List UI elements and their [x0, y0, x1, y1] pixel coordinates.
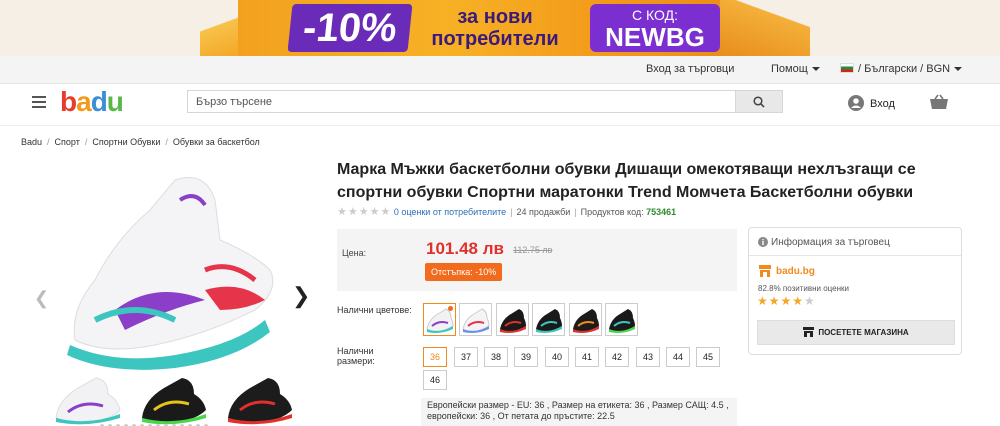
- sales-count: 24 продажби: [516, 207, 571, 217]
- size-option[interactable]: 46: [423, 370, 447, 390]
- breadcrumb-separator: /: [165, 137, 168, 147]
- bulgaria-flag-icon: [840, 63, 854, 73]
- size-details: Европейски размер - EU: 36 , Размер на е…: [421, 398, 737, 426]
- sizes-label: Налични размери:: [337, 346, 375, 366]
- size-option[interactable]: 44: [666, 347, 690, 367]
- seller-heading: Информация за търговец: [758, 237, 890, 248]
- header: badu Вход: [0, 84, 1000, 126]
- cart-button[interactable]: [929, 94, 949, 113]
- info-icon: [758, 237, 768, 247]
- seller-rating-text: 82.8% позитивни оценки: [758, 284, 850, 293]
- visit-store-button[interactable]: ПОСЕТЕТЕ МАГАЗИНА: [757, 320, 955, 345]
- search-button[interactable]: [735, 90, 783, 113]
- seller-login-link[interactable]: Вход за търговци: [646, 63, 734, 75]
- logo[interactable]: badu: [60, 86, 124, 118]
- size-option[interactable]: 37: [454, 347, 478, 367]
- color-swatch[interactable]: [423, 303, 456, 336]
- chevron-down-icon: [954, 67, 963, 72]
- breadcrumb-item[interactable]: Спортни Обувки: [92, 137, 160, 147]
- locale-menu[interactable]: / Български / BGN: [840, 63, 963, 75]
- price-label: Цена:: [342, 248, 367, 258]
- colors-label: Налични цветове:: [337, 305, 412, 315]
- size-option[interactable]: 45: [696, 347, 720, 367]
- header-divider: [0, 125, 1000, 126]
- banner-code-box: С КОД: NEWBG: [590, 4, 720, 52]
- user-icon: [848, 95, 864, 111]
- store-icon: [803, 327, 815, 337]
- help-menu[interactable]: Помощ: [771, 63, 820, 75]
- search-input[interactable]: [187, 90, 735, 113]
- basket-icon: [930, 94, 948, 109]
- search-icon: [753, 96, 765, 108]
- size-option[interactable]: 36: [423, 347, 447, 367]
- seller-heading-label: Информация за търговец: [771, 237, 890, 248]
- banner-decoration-right: [720, 0, 810, 56]
- color-swatch[interactable]: [496, 303, 529, 336]
- size-option[interactable]: 43: [636, 347, 660, 367]
- breadcrumb-item[interactable]: Обувки за баскетбол: [173, 137, 260, 147]
- breadcrumb-separator: /: [84, 137, 88, 147]
- discount-badge: Отстъпка: -10%: [425, 263, 503, 281]
- product-code-label: Продуктов код:: [580, 207, 644, 217]
- product-image[interactable]: [55, 160, 285, 385]
- breadcrumb: Badu / Спорт / Спортни Обувки / Обувки за баск…: [21, 137, 260, 147]
- size-option[interactable]: 39: [514, 347, 538, 367]
- size-option[interactable]: 40: [545, 347, 569, 367]
- banner-code-label: С КОД:: [632, 7, 678, 23]
- product-meta: ★★★★★ 0 оценки от потребителите | 24 прода…: [337, 206, 677, 218]
- banner-text-line1: за нови: [457, 6, 533, 28]
- color-swatch[interactable]: [532, 303, 565, 336]
- store-icon: [759, 265, 771, 277]
- thumbnail-black-red[interactable]: [220, 370, 298, 426]
- gallery-prev-icon[interactable]: ❮: [34, 288, 49, 309]
- seller-divider: [749, 255, 961, 256]
- product-code: 753461: [646, 207, 677, 217]
- logo-letter-a: a: [76, 86, 92, 117]
- login-label: Вход: [870, 98, 895, 110]
- visit-store-label: ПОСЕТЕТЕ МАГАЗИНА: [818, 328, 909, 337]
- banner-text: за нови потребители: [420, 6, 570, 50]
- size-option[interactable]: 42: [605, 347, 629, 367]
- reviews-link[interactable]: 0 оценки от потребителите: [394, 207, 506, 217]
- rating-stars-icon: ★★★★★: [337, 206, 392, 218]
- logo-letter-b: b: [60, 86, 77, 117]
- seller-stars-icon: ★★★★★: [757, 294, 816, 308]
- help-label: Помощ: [771, 63, 808, 75]
- seller-name-link[interactable]: badu.bg: [758, 265, 815, 277]
- size-details-line2: европейски: 36 , От петата до пръстите: …: [427, 411, 615, 421]
- seller-card: Информация за търговец badu.bg 82.8% поз…: [748, 227, 962, 355]
- logo-letter-d: d: [90, 86, 108, 117]
- seller-name: badu.bg: [776, 266, 815, 277]
- menu-icon[interactable]: [32, 96, 46, 108]
- gallery-next-icon[interactable]: ❯: [292, 283, 310, 309]
- breadcrumb-separator: /: [47, 137, 50, 147]
- banner-text-line2: потребители: [431, 28, 559, 50]
- breadcrumb-item[interactable]: Спорт: [55, 137, 80, 147]
- banner-code: NEWBG: [605, 22, 705, 52]
- product-title: Марка Мъжки баскетболни обувки Дишащи ом…: [337, 161, 916, 201]
- size-details-line1: Европейски размер - EU: 36 , Размер на е…: [427, 400, 729, 410]
- price-box: Цена: 101.48 лв 112.75 лв Отстъпка: -10%: [337, 229, 737, 291]
- top-bar: Вход за търговци Помощ / Български / BGN: [0, 56, 1000, 84]
- breadcrumb-item[interactable]: Badu: [21, 137, 42, 147]
- logo-letter-u: u: [106, 86, 124, 117]
- old-price: 112.75 лв: [513, 245, 553, 255]
- size-option[interactable]: 41: [575, 347, 599, 367]
- gallery-dots: [100, 417, 212, 426]
- size-option[interactable]: 38: [484, 347, 508, 367]
- price: 101.48 лв: [426, 239, 504, 258]
- chevron-down-icon: [811, 67, 820, 72]
- login-link[interactable]: Вход: [848, 95, 895, 111]
- selected-dot-icon: [448, 306, 453, 311]
- locale-label: / Български / BGN: [858, 63, 951, 75]
- promo-banner[interactable]: -10% за нови потребители С КОД: NEWBG: [0, 0, 1000, 56]
- color-swatch[interactable]: [459, 303, 492, 336]
- banner-percent: -10%: [287, 4, 413, 52]
- color-swatch[interactable]: [569, 303, 602, 336]
- color-swatch[interactable]: [605, 303, 638, 336]
